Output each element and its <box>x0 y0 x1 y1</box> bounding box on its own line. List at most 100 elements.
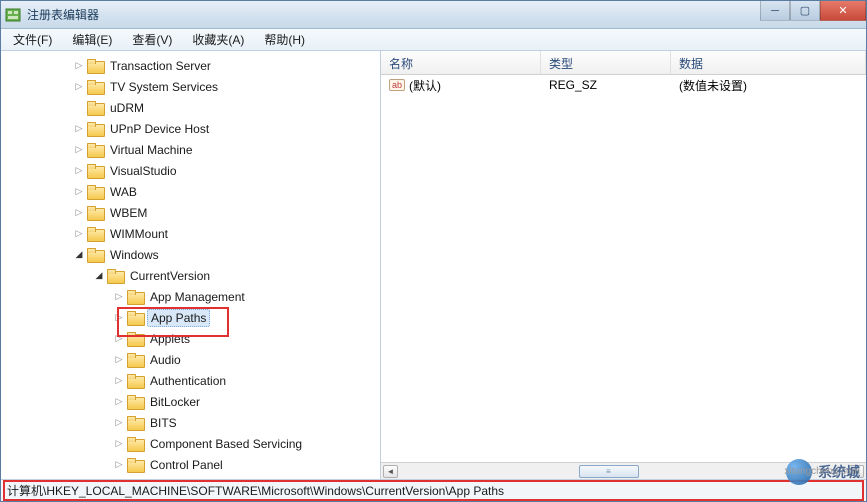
tree-item-label: UPnP Device Host <box>107 121 212 137</box>
expand-icon[interactable]: ▷ <box>73 207 85 219</box>
value-type: REG_SZ <box>541 76 671 94</box>
expand-icon[interactable]: ▷ <box>113 354 125 366</box>
close-button[interactable]: ✕ <box>820 1 866 21</box>
tree-item[interactable]: ▷Authentication <box>1 370 380 391</box>
expand-icon[interactable]: ▷ <box>73 144 85 156</box>
value-row[interactable]: ab (默认) REG_SZ (数值未设置) <box>381 75 866 95</box>
tree-item[interactable]: ◢ CurrentVersion <box>1 265 380 286</box>
menu-view[interactable]: 查看(V) <box>124 29 180 50</box>
folder-icon <box>127 437 143 451</box>
folder-icon <box>87 59 103 73</box>
collapse-icon[interactable]: ◢ <box>73 249 85 261</box>
tree-item[interactable]: ◢Windows <box>1 244 380 265</box>
tree-item-label: App Paths <box>147 309 210 327</box>
menu-file[interactable]: 文件(F) <box>5 29 60 50</box>
values-body[interactable]: ab (默认) REG_SZ (数值未设置) <box>381 75 866 462</box>
tree-item[interactable]: ▷ BitLocker <box>1 391 380 412</box>
titlebar[interactable]: 注册表编辑器 ─ ▢ ✕ <box>1 1 866 29</box>
folder-icon <box>127 332 143 346</box>
tree-item-label: CurrentVersion <box>127 268 213 284</box>
folder-icon <box>87 143 103 157</box>
content-area: ▷ Transaction Server ▷ TV System Services ▷u… <box>1 51 866 479</box>
folder-icon <box>87 185 103 199</box>
maximize-button[interactable]: ▢ <box>790 1 820 21</box>
tree-item-label: Transaction Server <box>107 58 214 74</box>
folder-icon <box>127 395 143 409</box>
folder-icon <box>127 290 143 304</box>
expand-icon[interactable]: ▷ <box>73 123 85 135</box>
folder-icon <box>127 311 143 325</box>
folder-icon <box>87 101 103 115</box>
minimize-button[interactable]: ─ <box>760 1 790 21</box>
tree-item[interactable]: ▷ Audio <box>1 349 380 370</box>
values-pane: 名称 类型 数据 ab (默认) REG_SZ (数值未设置) ◄ ≡ <box>381 51 866 479</box>
tree-item[interactable]: ▷ Component Based Servicing <box>1 433 380 454</box>
tree-item[interactable]: ▷VisualStudio <box>1 160 380 181</box>
tree-item[interactable]: ▷ App Paths <box>1 307 380 328</box>
col-type[interactable]: 类型 <box>541 51 671 74</box>
menu-favorites[interactable]: 收藏夹(A) <box>184 29 252 50</box>
tree-pane[interactable]: ▷ Transaction Server ▷ TV System Services ▷u… <box>1 51 381 479</box>
tree-item[interactable]: ▷ BITS <box>1 412 380 433</box>
folder-icon <box>87 206 103 220</box>
tree-item[interactable]: ▷ Transaction Server <box>1 55 380 76</box>
tree-item[interactable]: ▷ Control Panel <box>1 454 380 475</box>
expand-icon[interactable]: ▷ <box>113 333 125 345</box>
registry-tree: ▷ Transaction Server ▷ TV System Services ▷u… <box>1 51 380 479</box>
folder-icon <box>87 248 103 262</box>
tree-item[interactable]: ▷ Applets <box>1 328 380 349</box>
tree-item[interactable]: ▷WBEM <box>1 202 380 223</box>
expand-icon[interactable]: ▷ <box>73 81 85 93</box>
tree-item[interactable]: ▷ UPnP Device Host <box>1 118 380 139</box>
tree-item[interactable]: ▷WAB <box>1 181 380 202</box>
menu-help[interactable]: 帮助(H) <box>256 29 313 50</box>
tree-item-label: WIMMount <box>107 226 171 242</box>
regedit-window: 注册表编辑器 ─ ▢ ✕ 文件(F) 编辑(E) 查看(V) 收藏夹(A) 帮助… <box>0 0 867 502</box>
regedit-icon <box>5 7 21 23</box>
expand-icon[interactable]: ▷ <box>113 396 125 408</box>
tree-item-label: Virtual Machine <box>107 142 196 158</box>
scroll-thumb[interactable]: ≡ <box>579 465 639 478</box>
expand-icon[interactable]: ▷ <box>113 291 125 303</box>
expand-icon[interactable]: ▷ <box>73 60 85 72</box>
value-name-cell: ab (默认) <box>381 75 541 96</box>
tree-item-label: Control Panel <box>147 457 226 473</box>
tree-item-label: TV System Services <box>107 79 221 95</box>
folder-icon <box>87 227 103 241</box>
col-data[interactable]: 数据 <box>671 51 866 74</box>
status-path: 计算机\HKEY_LOCAL_MACHINE\SOFTWARE\Microsof… <box>7 482 504 499</box>
expand-icon[interactable]: ▷ <box>113 375 125 387</box>
string-value-icon: ab <box>389 79 405 91</box>
window-title: 注册表编辑器 <box>27 6 862 23</box>
tree-item[interactable]: ▷ Virtual Machine <box>1 139 380 160</box>
scroll-left-button[interactable]: ◄ <box>383 465 398 478</box>
tree-item-label: BITS <box>147 415 180 431</box>
scroll-track[interactable]: ≡ <box>400 465 847 478</box>
menu-edit[interactable]: 编辑(E) <box>64 29 120 50</box>
tree-item[interactable]: ▷ App Management <box>1 286 380 307</box>
tree-item[interactable]: ▷ WIMMount <box>1 223 380 244</box>
tree-item[interactable]: ▷uDRM <box>1 97 380 118</box>
tree-item-label: Component Based Servicing <box>147 436 305 452</box>
tree-item-label: App Management <box>147 289 248 305</box>
values-header: 名称 类型 数据 <box>381 51 866 75</box>
window-buttons: ─ ▢ ✕ <box>760 1 866 21</box>
expand-icon[interactable]: ▷ <box>113 438 125 450</box>
expand-icon[interactable]: ▷ <box>113 312 125 324</box>
expand-icon[interactable]: ▷ <box>113 459 125 471</box>
folder-icon <box>127 374 143 388</box>
folder-icon <box>127 416 143 430</box>
expand-icon[interactable]: ▷ <box>73 228 85 240</box>
value-data: (数值未设置) <box>671 75 866 96</box>
tree-item-label: BitLocker <box>147 394 203 410</box>
watermark-url: xitongcheng.com <box>784 466 860 477</box>
expand-icon[interactable]: ▷ <box>73 186 85 198</box>
expand-icon[interactable]: ▷ <box>113 417 125 429</box>
expand-icon[interactable]: ▷ <box>73 165 85 177</box>
folder-icon <box>127 353 143 367</box>
tree-item-label: Applets <box>147 331 193 347</box>
tree-item-label: Audio <box>147 352 184 368</box>
col-name[interactable]: 名称 <box>381 51 541 74</box>
collapse-icon[interactable]: ◢ <box>93 270 105 282</box>
tree-item[interactable]: ▷ TV System Services <box>1 76 380 97</box>
